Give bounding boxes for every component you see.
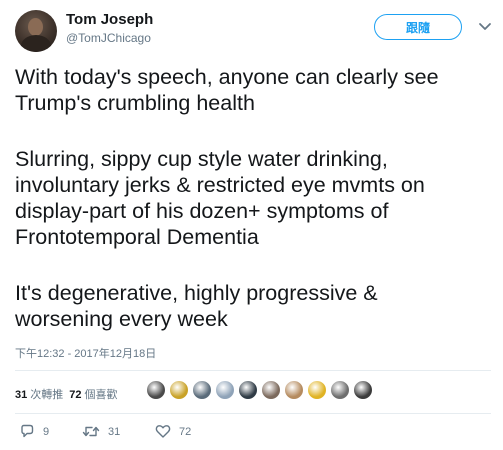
liker-avatar-2[interactable]	[169, 380, 189, 400]
heart-icon	[155, 425, 171, 438]
author-avatar[interactable]	[15, 10, 57, 52]
likes-stat[interactable]: 72 個喜歡	[69, 389, 117, 401]
like-button[interactable]: 72	[155, 424, 191, 439]
retweet-icon	[82, 426, 100, 437]
retweet-button[interactable]: 31	[82, 424, 120, 439]
liker-avatar-1[interactable]	[146, 380, 166, 400]
follow-button[interactable]: 跟隨	[374, 14, 462, 40]
liker-avatar-7[interactable]	[284, 380, 304, 400]
avatar-face	[28, 18, 43, 36]
likes-count: 72	[69, 389, 82, 401]
tweet-line: involuntary jerks & restricted eye mvmts…	[15, 173, 425, 197]
more-options-chevron-down-icon[interactable]	[478, 20, 492, 32]
tweet-line: Frontotemporal Dementia	[15, 225, 259, 249]
liker-avatars	[146, 380, 376, 400]
tweet-paragraph-1: With today's speech, anyone can clearly …	[15, 64, 495, 116]
tweet-paragraph-2: Slurring, sippy cup style water drinking…	[15, 146, 495, 250]
tweet-line: worsening every week	[15, 307, 228, 331]
liker-avatar-5[interactable]	[238, 380, 258, 400]
author-name[interactable]: Tom Joseph	[66, 11, 153, 28]
liker-avatar-10[interactable]	[353, 380, 373, 400]
liker-avatar-3[interactable]	[192, 380, 212, 400]
tweet-line: It's degenerative, highly progressive &	[15, 281, 378, 305]
tweet-line: With today's speech, anyone can clearly …	[15, 65, 439, 89]
liker-avatar-8[interactable]	[307, 380, 327, 400]
author-handle[interactable]: @TomJChicago	[66, 31, 151, 45]
divider	[15, 413, 491, 414]
retweets-count: 31	[15, 389, 28, 401]
tweet-line: Trump's crumbling health	[15, 91, 255, 115]
liker-avatar-9[interactable]	[330, 380, 350, 400]
retweets-stat[interactable]: 31 次轉推	[15, 389, 63, 401]
tweet-line: display-part of his dozen+ symptoms of	[15, 199, 389, 223]
avatar-body	[21, 35, 51, 52]
liker-avatar-6[interactable]	[261, 380, 281, 400]
likes-label: 個喜歡	[84, 389, 118, 401]
tweet-timestamp[interactable]: 下午12:32 - 2017年12月18日	[15, 345, 156, 361]
tweet-line: Slurring, sippy cup style water drinking…	[15, 147, 388, 171]
retweets-label: 次轉推	[30, 389, 64, 401]
reply-count: 9	[43, 425, 50, 438]
divider	[15, 370, 491, 371]
reply-icon	[21, 424, 34, 438]
reply-button[interactable]: 9	[19, 424, 49, 439]
liker-avatar-4[interactable]	[215, 380, 235, 400]
like-count: 72	[179, 425, 192, 438]
tweet-paragraph-3: It's degenerative, highly progressive & …	[15, 280, 495, 332]
retweet-count: 31	[108, 425, 121, 438]
tweet-stats: 31 次轉推 72 個喜歡	[15, 386, 118, 402]
